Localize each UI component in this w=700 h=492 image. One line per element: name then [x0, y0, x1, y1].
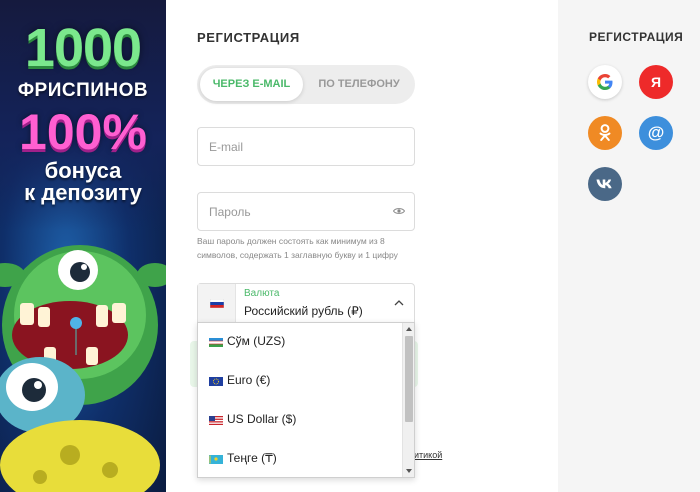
- currency-option-eur[interactable]: Euro (€): [198, 362, 402, 401]
- show-password-eye-icon[interactable]: [393, 207, 405, 215]
- privacy-policy-link-fragment[interactable]: итикой: [414, 450, 442, 460]
- scroll-down-arrow-icon[interactable]: [406, 469, 412, 473]
- tab-phone[interactable]: ПО ТЕЛЕФОНУ: [309, 68, 409, 101]
- password-field[interactable]: Пароль: [197, 192, 415, 231]
- tab-email[interactable]: ЧЕРЕЗ E-MAIL: [200, 68, 303, 101]
- scroll-up-arrow-icon[interactable]: [406, 327, 412, 331]
- banner-freespins-label: ФРИСПИНОВ: [17, 80, 149, 101]
- banner-deposit-label: к депозиту: [24, 180, 142, 205]
- currency-dropdown-list: Сўм (UZS) Euro (€) US Dollar ($) Теңге (…: [197, 322, 415, 478]
- currency-option-label: Euro (€): [227, 373, 271, 387]
- scrollbar-thumb[interactable]: [405, 336, 413, 422]
- password-placeholder: Пароль: [209, 205, 251, 219]
- password-hint: Ваш пароль должен состоять как минимум и…: [197, 236, 398, 260]
- currency-option-uzs[interactable]: Сўм (UZS): [198, 323, 402, 362]
- email-field[interactable]: E-mail: [197, 127, 415, 166]
- monster-mascot-illustration: [0, 245, 166, 492]
- registration-page: 1000 ФРИСПИНОВ 100% бонуса к депозиту РЕ…: [0, 0, 700, 492]
- social-registration-panel: РЕГИСТРАЦИЯ Я @: [558, 0, 700, 492]
- eu-flag-icon: [209, 377, 223, 386]
- currency-select[interactable]: Валюта Российский рубль (₽): [197, 283, 415, 323]
- uz-flag-icon: [209, 338, 223, 347]
- google-login-button[interactable]: [588, 65, 622, 99]
- yandex-icon: Я: [650, 74, 662, 90]
- currency-label: Валюта: [244, 288, 280, 299]
- yandex-login-button[interactable]: Я: [639, 65, 673, 99]
- currency-option-usd[interactable]: US Dollar ($): [198, 401, 402, 440]
- banner-freespins-count: 1000: [24, 18, 142, 78]
- social-title: РЕГИСТРАЦИЯ: [589, 30, 684, 44]
- mail-at-icon: @: [647, 123, 665, 142]
- email-placeholder: E-mail: [209, 140, 244, 154]
- registration-method-tabs: ЧЕРЕЗ E-MAIL ПО ТЕЛЕФОНУ: [197, 65, 415, 104]
- mail-login-button[interactable]: @: [639, 116, 673, 150]
- currency-flag-box: [198, 284, 236, 322]
- currency-option-label: US Dollar ($): [227, 412, 297, 426]
- google-icon: [597, 74, 613, 90]
- ru-flag-icon: [210, 299, 224, 308]
- promo-banner[interactable]: 1000 ФРИСПИНОВ 100% бонуса к депозиту: [0, 0, 166, 492]
- currency-option-kzt[interactable]: Теңге (₸): [198, 440, 402, 477]
- currency-option-label: Теңге (₸): [227, 451, 277, 465]
- odnoklassniki-icon: [599, 124, 611, 141]
- vk-icon: [596, 179, 612, 189]
- odnoklassniki-login-button[interactable]: [588, 116, 622, 150]
- banner-bonus-percent: 100%: [19, 104, 147, 160]
- us-flag-icon: [209, 416, 223, 425]
- kz-flag-icon: [209, 455, 223, 464]
- chevron-up-icon[interactable]: [394, 299, 404, 306]
- registration-form: РЕГИСТРАЦИЯ ЧЕРЕЗ E-MAIL ПО ТЕЛЕФОНУ E-m…: [166, 0, 558, 492]
- dropdown-scrollbar[interactable]: [402, 323, 414, 477]
- currency-option-label: Сўм (UZS): [227, 334, 286, 348]
- vk-login-button[interactable]: [588, 167, 622, 201]
- form-title: РЕГИСТРАЦИЯ: [197, 30, 300, 45]
- currency-selected-value: Российский рубль (₽): [244, 304, 363, 318]
